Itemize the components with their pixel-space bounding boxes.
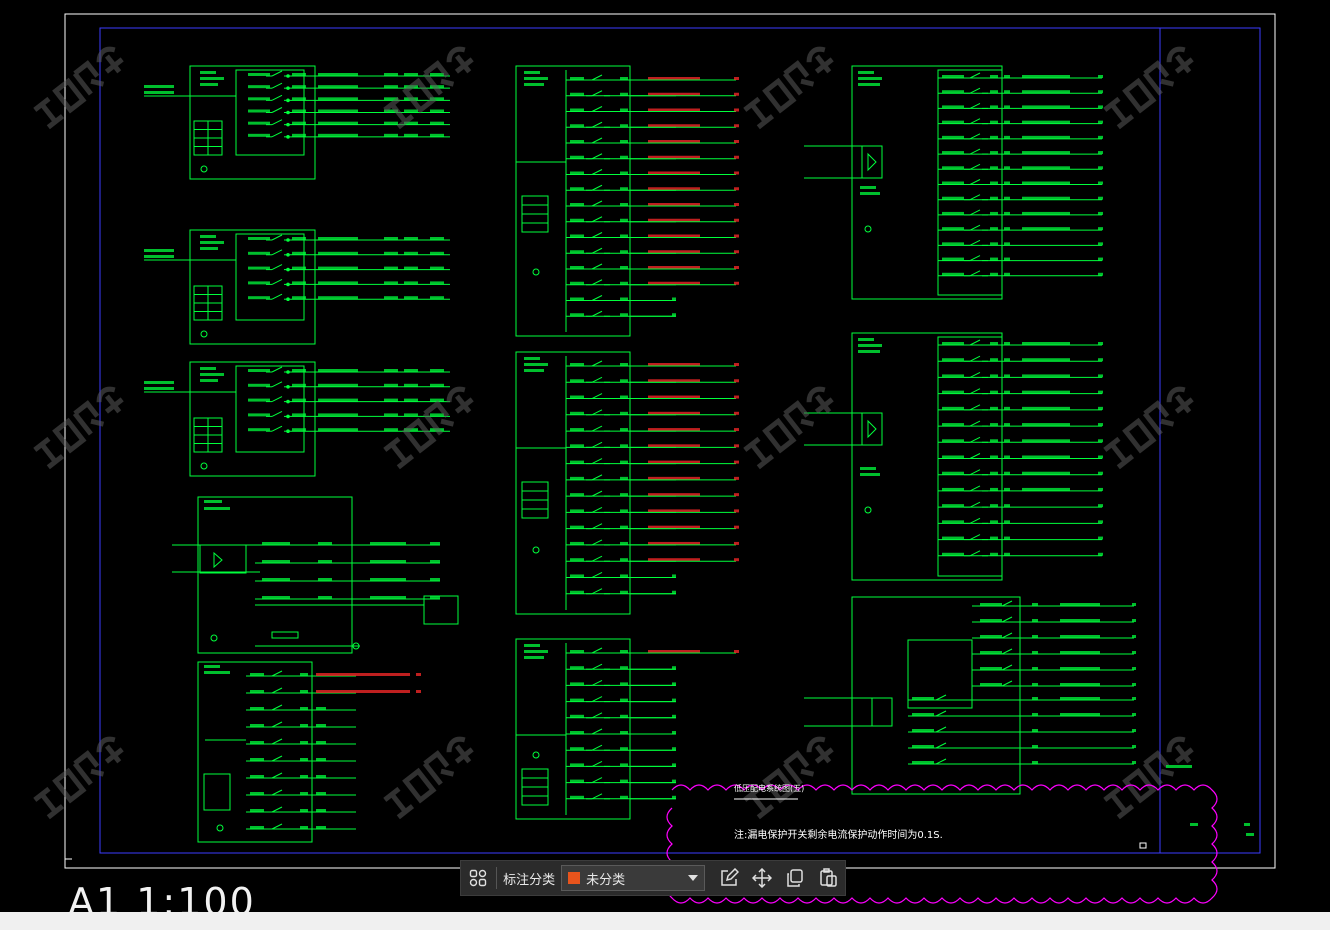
category-color-swatch <box>568 872 581 884</box>
note-title: 低压配电系统图(五) <box>734 783 804 793</box>
chevron-down-icon <box>687 875 698 881</box>
annotation-toolbar: 标注分类 未分类 <box>460 860 846 896</box>
category-select-value: 未分类 <box>586 872 626 888</box>
move-icon[interactable] <box>750 865 775 891</box>
cad-viewport[interactable]: 低压配电系统图(五) 注:漏电保护开关剩余电流保护动作时间为0.1S. A1 1:… <box>0 0 1330 912</box>
annotation-category-select[interactable]: 未分类 <box>561 865 705 891</box>
group-icon[interactable] <box>465 865 490 891</box>
annotation-category-label: 标注分类 <box>503 872 556 888</box>
cad-drawing: 低压配电系统图(五) 注:漏电保护开关剩余电流保护动作时间为0.1S. <box>33 13 1276 904</box>
toolbar-divider <box>496 867 498 889</box>
status-bar <box>0 912 1330 930</box>
edit-icon[interactable] <box>717 865 742 891</box>
note-text: 注:漏电保护开关剩余电流保护动作时间为0.1S. <box>734 828 943 841</box>
paste-icon[interactable] <box>816 865 841 891</box>
scale-label: A1 1:100 <box>68 880 256 912</box>
copy-icon[interactable] <box>783 865 808 891</box>
